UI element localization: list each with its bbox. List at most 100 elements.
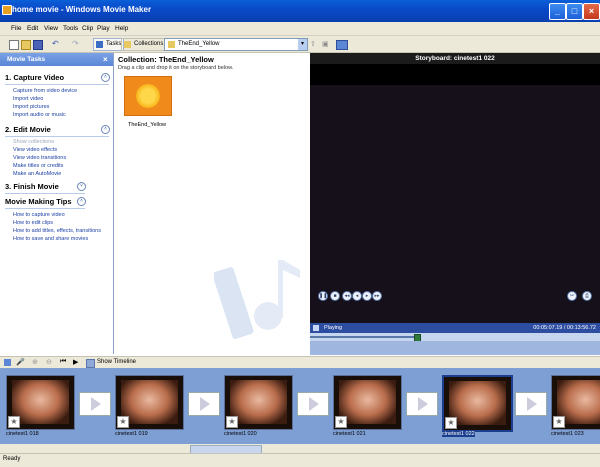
storyboard-clip[interactable]: ★ <box>333 375 402 430</box>
rewind-button[interactable]: ◂ <box>352 291 362 301</box>
collection-hint: Drag a clip and drop it on the storyboar… <box>118 65 234 71</box>
rewind-storyboard-icon[interactable]: ⏮ <box>60 358 66 366</box>
previous-frame-button[interactable]: ◂◂ <box>342 291 352 301</box>
link-import-video[interactable]: Import video <box>13 96 43 102</box>
divider <box>5 84 109 85</box>
snapshot-button[interactable]: ⎙ <box>582 291 592 301</box>
menu-file[interactable]: File <box>11 25 21 32</box>
collection-item-thumbnail[interactable] <box>124 76 172 116</box>
close-icon[interactable]: × <box>103 55 108 64</box>
section-finish-movie[interactable]: 3. Finish Movie <box>5 182 59 191</box>
link-how-capture[interactable]: How to capture video <box>13 212 65 218</box>
transition-slot[interactable] <box>79 392 111 416</box>
divider <box>5 193 85 194</box>
chevron-up-icon[interactable]: ˄ <box>77 197 86 206</box>
effect-star-icon[interactable]: ★ <box>226 416 238 428</box>
menu-help[interactable]: Help <box>115 25 128 32</box>
movie-tasks-pane: Movie Tasks × 1. Capture Video ˄ Capture… <box>0 53 114 354</box>
transition-slot[interactable] <box>515 392 547 416</box>
chevron-up-icon[interactable]: ˄ <box>101 125 110 134</box>
menu-clip[interactable]: Clip <box>82 25 93 32</box>
maximize-button[interactable]: □ <box>566 3 583 20</box>
link-how-add-titles[interactable]: How to add titles, effects, transitions <box>13 228 101 234</box>
narration-icon[interactable]: 🎤 <box>16 358 25 366</box>
collections-label: Collections <box>134 41 164 47</box>
menu-edit[interactable]: Edit <box>27 25 38 32</box>
transition-slot[interactable] <box>297 392 329 416</box>
clip-label: cinetest1 019 <box>115 431 148 437</box>
storyboard-clip[interactable]: ★ <box>442 375 513 432</box>
chevron-down-icon[interactable]: ˅ <box>77 182 86 191</box>
clip-thumbnail <box>339 380 396 424</box>
tasks-button[interactable]: Tasks <box>93 38 125 51</box>
transition-slot[interactable] <box>188 392 220 416</box>
storyboard-clip[interactable]: ★ <box>115 375 184 430</box>
menu-view[interactable]: View <box>44 25 58 32</box>
effect-star-icon[interactable]: ★ <box>8 416 20 428</box>
storyboard-clip[interactable]: ★ <box>6 375 75 430</box>
up-folder-icon[interactable]: ⇧ <box>310 40 318 48</box>
menu-tools[interactable]: Tools <box>63 25 78 32</box>
split-clip-button[interactable]: ✂ <box>567 291 577 301</box>
section-capture-video[interactable]: 1. Capture Video <box>5 73 64 82</box>
chevron-up-icon[interactable]: ˄ <box>101 73 110 82</box>
link-how-save-share[interactable]: How to save and share movies <box>13 236 88 242</box>
save-project-icon[interactable] <box>33 40 43 50</box>
play-storyboard-icon[interactable]: ▶ <box>73 358 78 366</box>
link-view-video-transitions[interactable]: View video transitions <box>13 155 66 161</box>
show-timeline-button[interactable]: Show Timeline <box>97 359 136 365</box>
storyboard-clip[interactable]: ★ <box>224 375 293 430</box>
playback-status: Playing <box>324 325 343 331</box>
chevron-down-icon[interactable]: ▾ <box>298 39 307 50</box>
new-folder-icon[interactable]: ▣ <box>322 40 330 48</box>
section-edit-movie[interactable]: 2. Edit Movie <box>5 125 51 134</box>
forward-button[interactable]: ▸ <box>362 291 372 301</box>
new-project-icon[interactable] <box>9 40 19 50</box>
zoom-out-icon[interactable]: ⊖ <box>46 358 52 366</box>
tasks-header: Movie Tasks × <box>0 53 113 66</box>
link-import-audio[interactable]: Import audio or music <box>13 112 66 118</box>
menu-play[interactable]: Play <box>97 25 110 32</box>
stop-button[interactable]: ■ <box>330 291 340 301</box>
minimize-button[interactable]: _ <box>549 3 566 20</box>
next-frame-button[interactable]: ▸▸ <box>372 291 382 301</box>
redo-icon[interactable]: ↷ <box>72 40 80 48</box>
views-icon[interactable] <box>336 40 348 50</box>
clip-thumbnail <box>121 380 178 424</box>
effect-star-icon[interactable]: ★ <box>335 416 347 428</box>
link-capture-from-device[interactable]: Capture from video device <box>13 88 77 94</box>
effect-star-icon[interactable]: ★ <box>553 416 565 428</box>
open-project-icon[interactable] <box>21 40 31 50</box>
link-make-titles[interactable]: Make titles or credits <box>13 163 63 169</box>
storyboard-scrollbar[interactable] <box>0 444 600 454</box>
preview-monitor: Storyboard: cinetest1 022 Playing 00:05:… <box>310 53 600 355</box>
link-make-automovie[interactable]: Make an AutoMovie <box>13 171 61 177</box>
clip-label: cinetest1 022 <box>442 431 475 437</box>
pause-button[interactable]: ❚❚ <box>318 291 328 301</box>
video-screen <box>310 85 600 323</box>
link-how-edit-clips[interactable]: How to edit clips <box>13 220 53 226</box>
clip-label: cinetest1 018 <box>6 431 39 437</box>
link-show-collections[interactable]: Show collections <box>13 139 54 145</box>
zoom-in-icon[interactable]: ⊕ <box>32 358 38 366</box>
collections-button[interactable]: Collections <box>121 38 167 51</box>
storyboard-clip[interactable]: ★ <box>551 375 600 430</box>
playback-time: 00:05:07.19 / 00:13:56.72 <box>533 325 596 331</box>
collection-select-value: TheEnd_Yellow <box>178 41 220 47</box>
undo-icon[interactable]: ↶ <box>52 40 60 48</box>
close-button[interactable]: × <box>583 3 600 20</box>
collection-item-label: TheEnd_Yellow <box>128 122 167 128</box>
link-view-video-effects[interactable]: View video effects <box>13 147 57 153</box>
window-title: home movie - Windows Movie Maker <box>12 5 152 14</box>
clip-label: cinetest1 023 <box>551 431 584 437</box>
section-movie-making-tips[interactable]: Movie Making Tips <box>5 197 72 206</box>
transition-slot[interactable] <box>406 392 438 416</box>
effect-star-icon[interactable]: ★ <box>117 416 129 428</box>
collection-select[interactable]: TheEnd_Yellow ▾ <box>164 38 308 51</box>
seek-bar[interactable] <box>310 333 600 342</box>
effect-star-icon[interactable]: ★ <box>445 417 457 429</box>
status-text: Ready <box>3 456 21 462</box>
link-import-pictures[interactable]: Import pictures <box>13 104 49 110</box>
storyboard-view-icon[interactable] <box>4 359 11 366</box>
sun-image <box>136 84 160 108</box>
